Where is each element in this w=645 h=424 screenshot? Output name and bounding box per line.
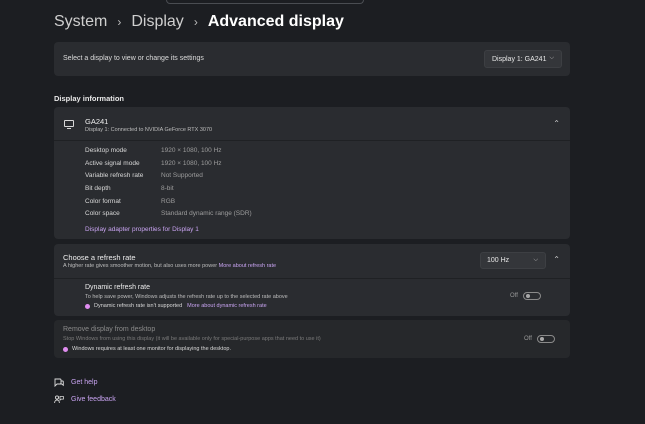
- give-feedback-link[interactable]: Give feedback: [54, 395, 116, 404]
- remove-display-subtitle: Stop Windows from using this display (it…: [63, 336, 321, 342]
- info-key: Bit depth: [85, 185, 111, 193]
- refresh-rate-title: Choose a refresh rate: [63, 253, 136, 262]
- dynamic-refresh-subtitle: To help save power, Windows adjusts the …: [85, 294, 288, 300]
- refresh-rate-dropdown[interactable]: 100 Hz ⌵: [480, 252, 546, 269]
- more-about-refresh-rate-link[interactable]: More about refresh rate: [219, 263, 276, 269]
- info-row: Desktop mode 1920 × 1080, 100 Hz: [85, 147, 252, 160]
- feedback-icon: [54, 395, 64, 404]
- info-value: 1920 × 1080, 100 Hz: [161, 147, 222, 154]
- display-information-card: GA241 Display 1: Connected to NVIDIA GeF…: [54, 107, 570, 239]
- breadcrumb: System › Display › Advanced display: [54, 12, 344, 32]
- chevron-right-icon: ›: [193, 15, 198, 29]
- refresh-rate-subtitle: A higher rate gives smoother motion, but…: [63, 263, 276, 269]
- info-row: Color space Standard dynamic range (SDR): [85, 210, 252, 223]
- refresh-rate-card: Choose a refresh rate A higher rate give…: [54, 244, 570, 316]
- info-row: Active signal mode 1920 × 1080, 100 Hz: [85, 160, 252, 173]
- divider: [54, 278, 570, 279]
- info-value: RGB: [161, 197, 176, 205]
- display-select-value: Display 1: GA241: [492, 55, 547, 63]
- info-row: Variable refresh rate Not Supported: [85, 172, 252, 185]
- info-value: Not Supported: [161, 172, 203, 180]
- breadcrumb-display[interactable]: Display: [131, 13, 183, 31]
- remove-display-toggle-group: Off: [524, 335, 555, 343]
- info-row: Bit depth 8-bit: [85, 185, 252, 198]
- monitor-name: GA241: [85, 117, 109, 126]
- dynamic-refresh-toggle-group: Off: [510, 292, 541, 300]
- section-title-display-information: Display information: [54, 94, 125, 103]
- remove-display-toggle-label: Off: [524, 336, 532, 342]
- remove-display-toggle[interactable]: [536, 335, 555, 343]
- chevron-right-icon: ›: [117, 15, 122, 29]
- help-icon: [54, 378, 64, 388]
- page-title: Advanced display: [207, 13, 344, 30]
- get-help-label: Get help: [71, 379, 98, 386]
- chevron-down-icon: ⌵: [549, 55, 554, 61]
- more-about-dynamic-refresh-link[interactable]: More about dynamic refresh rate: [187, 303, 266, 309]
- dynamic-refresh-toggle[interactable]: [522, 292, 541, 300]
- display-select-dropdown[interactable]: Display 1: GA241 ⌵: [484, 50, 562, 68]
- info-key: Desktop mode: [85, 147, 127, 154]
- info-value: Standard dynamic range (SDR): [161, 210, 252, 218]
- info-icon: [85, 303, 90, 309]
- chevron-up-icon[interactable]: ⌃: [553, 119, 560, 128]
- remove-display-title: Remove display from desktop: [63, 326, 156, 333]
- info-value: 8-bit: [161, 185, 174, 193]
- refresh-rate-description: A higher rate gives smoother motion, but…: [63, 263, 218, 269]
- display-info-table: Desktop mode 1920 × 1080, 100 Hz Active …: [85, 147, 252, 223]
- dynamic-refresh-title: Dynamic refresh rate: [85, 284, 150, 291]
- give-feedback-label: Give feedback: [71, 396, 116, 403]
- dynamic-refresh-note: Dynamic refresh rate isn't supported Mor…: [85, 303, 267, 309]
- info-key: Variable refresh rate: [85, 172, 144, 180]
- info-icon: [63, 346, 68, 352]
- chevron-up-icon[interactable]: ⌃: [553, 255, 560, 264]
- info-key: Color space: [85, 210, 120, 218]
- get-help-link[interactable]: Get help: [54, 378, 98, 388]
- display-information-header[interactable]: GA241 Display 1: Connected to NVIDIA GeF…: [54, 107, 570, 141]
- remove-display-note: Windows requires at least one monitor fo…: [63, 346, 231, 352]
- display-adapter-properties-link[interactable]: Display adapter properties for Display 1: [85, 226, 199, 233]
- info-key: Color format: [85, 197, 121, 205]
- monitor-icon: [64, 120, 74, 129]
- display-select-row: Select a display to view or change its s…: [54, 42, 570, 76]
- breadcrumb-system[interactable]: System: [54, 13, 107, 31]
- top-scroll-edge: [166, 0, 364, 4]
- info-key: Active signal mode: [85, 159, 140, 167]
- dynamic-refresh-toggle-label: Off: [510, 293, 518, 299]
- info-row: Color format RGB: [85, 198, 252, 211]
- dynamic-refresh-note-text: Dynamic refresh rate isn't supported: [94, 303, 183, 309]
- remove-display-note-text: Windows requires at least one monitor fo…: [72, 346, 231, 352]
- refresh-rate-value: 100 Hz: [487, 257, 510, 264]
- display-select-label: Select a display to view or change its s…: [63, 55, 204, 62]
- chevron-down-icon: ⌵: [533, 257, 538, 263]
- info-value: 1920 × 1080, 100 Hz: [161, 159, 222, 167]
- monitor-connection: Display 1: Connected to NVIDIA GeForce R…: [85, 127, 213, 133]
- remove-display-card: Remove display from desktop Stop Windows…: [54, 320, 570, 358]
